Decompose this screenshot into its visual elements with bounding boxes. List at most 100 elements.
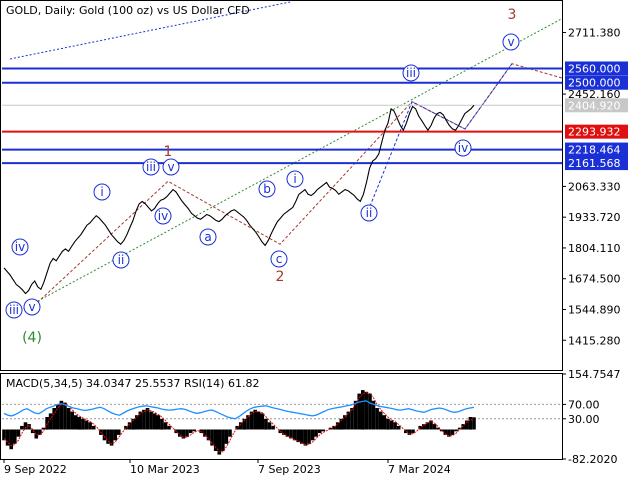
macd-bar — [20, 425, 24, 430]
wave-label-blue: iv — [458, 141, 468, 155]
y-tick-label: 1415.280 — [568, 334, 621, 347]
indicator-y-axis: 154.7547 70.00 30.00 -82.2020 — [562, 368, 621, 466]
macd-bar — [260, 413, 265, 430]
chart-window: iii v iv i ii iii v iv a b c i ii iii iv v 1 2 3 (4) 2711.3… — [0, 0, 640, 480]
y-tick-label: 1544.890 — [568, 303, 621, 316]
current-price-tag-label: 2404.920 — [568, 99, 621, 112]
macd-bar — [88, 422, 92, 430]
macd-bar — [361, 390, 365, 430]
macd-bar — [149, 411, 153, 430]
macd-bar — [382, 415, 387, 430]
macd-bar — [135, 415, 139, 430]
wave-label-blue: i — [293, 172, 296, 186]
macd-bar — [386, 418, 390, 430]
y-tick-label: 2711.380 — [568, 27, 621, 40]
macd-bar — [271, 425, 275, 430]
macd-bar — [9, 429, 13, 450]
macd-bar — [56, 404, 60, 430]
x-tick-label: 7 Sep 2023 — [258, 463, 321, 476]
macd-bar — [378, 411, 383, 430]
macd-bar — [160, 418, 164, 430]
macd-bar — [267, 422, 272, 430]
indicator-title: MACD(5,34,5) 34.0347 25.5537 RSI(14) 61.… — [6, 377, 259, 390]
wave-label-blue: v — [507, 35, 514, 49]
ind-y-tick-label: 30.00 — [568, 413, 600, 426]
x-tick-label: 7 Mar 2024 — [388, 463, 451, 476]
macd-bar — [396, 425, 401, 430]
macd-bar — [357, 393, 361, 430]
level-tag-label: 2218.464 — [568, 144, 621, 157]
x-tick-label: 9 Sep 2022 — [4, 463, 67, 476]
macd-bar — [217, 429, 222, 455]
wave-label-blue: c — [276, 252, 283, 266]
y-tick-label: 2063.330 — [568, 180, 621, 193]
macd-bar — [343, 415, 347, 430]
macd-bar — [70, 411, 74, 430]
macd-bar — [393, 422, 397, 430]
macd-bar — [389, 420, 394, 430]
wave-label-blue: iv — [158, 209, 168, 223]
macd-bar — [310, 429, 315, 441]
wave-label-blue: ii — [366, 206, 373, 220]
macd-bar — [188, 429, 193, 434]
wave-label-green: (4) — [22, 330, 42, 346]
macd-bar — [91, 425, 96, 430]
wave-label-blue: iii — [406, 66, 416, 80]
macd-bar — [307, 429, 311, 444]
macd-bar — [167, 425, 171, 430]
level-tag-label: 2500.000 — [568, 77, 621, 90]
macd-bar — [224, 429, 229, 444]
macd-bar — [450, 429, 455, 435]
chart-title: GOLD, Daily: Gold (100 oz) vs US Dollar … — [6, 4, 250, 17]
macd-bar — [66, 408, 71, 430]
macd-bar — [74, 415, 78, 430]
macd-bar — [163, 422, 168, 430]
macd-bar — [350, 408, 354, 430]
macd-bar — [256, 411, 261, 430]
ind-y-tick-label: -82.2020 — [568, 453, 617, 466]
macd-bar — [246, 415, 250, 430]
macd-bar — [185, 429, 189, 437]
wave-label-blue: ii — [118, 253, 125, 267]
macd-bar — [113, 429, 117, 441]
wave-label-red: 1 — [164, 144, 173, 160]
macd-bar — [375, 408, 379, 430]
macd-bar — [81, 418, 85, 430]
macd-bar — [472, 417, 476, 430]
macd-bar — [432, 424, 437, 430]
wave-label-blue: i — [100, 185, 103, 199]
wave-label-red: 3 — [508, 7, 517, 23]
ind-y-tick-label: 70.00 — [568, 398, 600, 411]
macd-bar — [192, 429, 196, 432]
wave-label-blue: iii — [9, 303, 19, 317]
wave-label-blue: iv — [15, 240, 25, 254]
level-tag-label: 2560.000 — [568, 62, 621, 75]
macd-bar — [317, 429, 322, 434]
macd-bar — [228, 429, 232, 437]
wave-label-blue: v — [167, 160, 174, 174]
macd-bar — [13, 429, 17, 444]
macd-bar — [63, 402, 67, 430]
macd-bar — [152, 413, 157, 430]
chart-canvas[interactable]: iii viviiiiii vivabciiiiiiivv123(4) 2711.3… — [0, 0, 640, 480]
macd-bar — [156, 415, 161, 430]
level-tag-label: 2293.932 — [568, 126, 621, 139]
main-chart-frame — [0, 0, 563, 371]
macd-bar — [221, 429, 225, 451]
macd-bar — [77, 417, 82, 430]
macd-bar — [454, 429, 458, 432]
macd-bar — [117, 429, 121, 435]
level-tag-label: 2161.568 — [568, 157, 621, 170]
y-tick-label: 1804.110 — [568, 242, 621, 255]
macd-bar — [84, 420, 89, 430]
macd-bar — [16, 429, 21, 437]
macd-bar — [145, 408, 150, 430]
x-axis: 9 Sep 2022 10 Mar 2023 7 Sep 2023 7 Mar 202… — [3, 459, 451, 476]
wave-label-blue: a — [204, 230, 211, 244]
macd-bar — [321, 429, 326, 432]
y-tick-label: 1674.500 — [568, 273, 621, 286]
macd-bar — [368, 393, 372, 430]
macd-bar — [264, 418, 268, 430]
macd-bar — [314, 429, 318, 437]
macd-bar — [468, 417, 473, 430]
